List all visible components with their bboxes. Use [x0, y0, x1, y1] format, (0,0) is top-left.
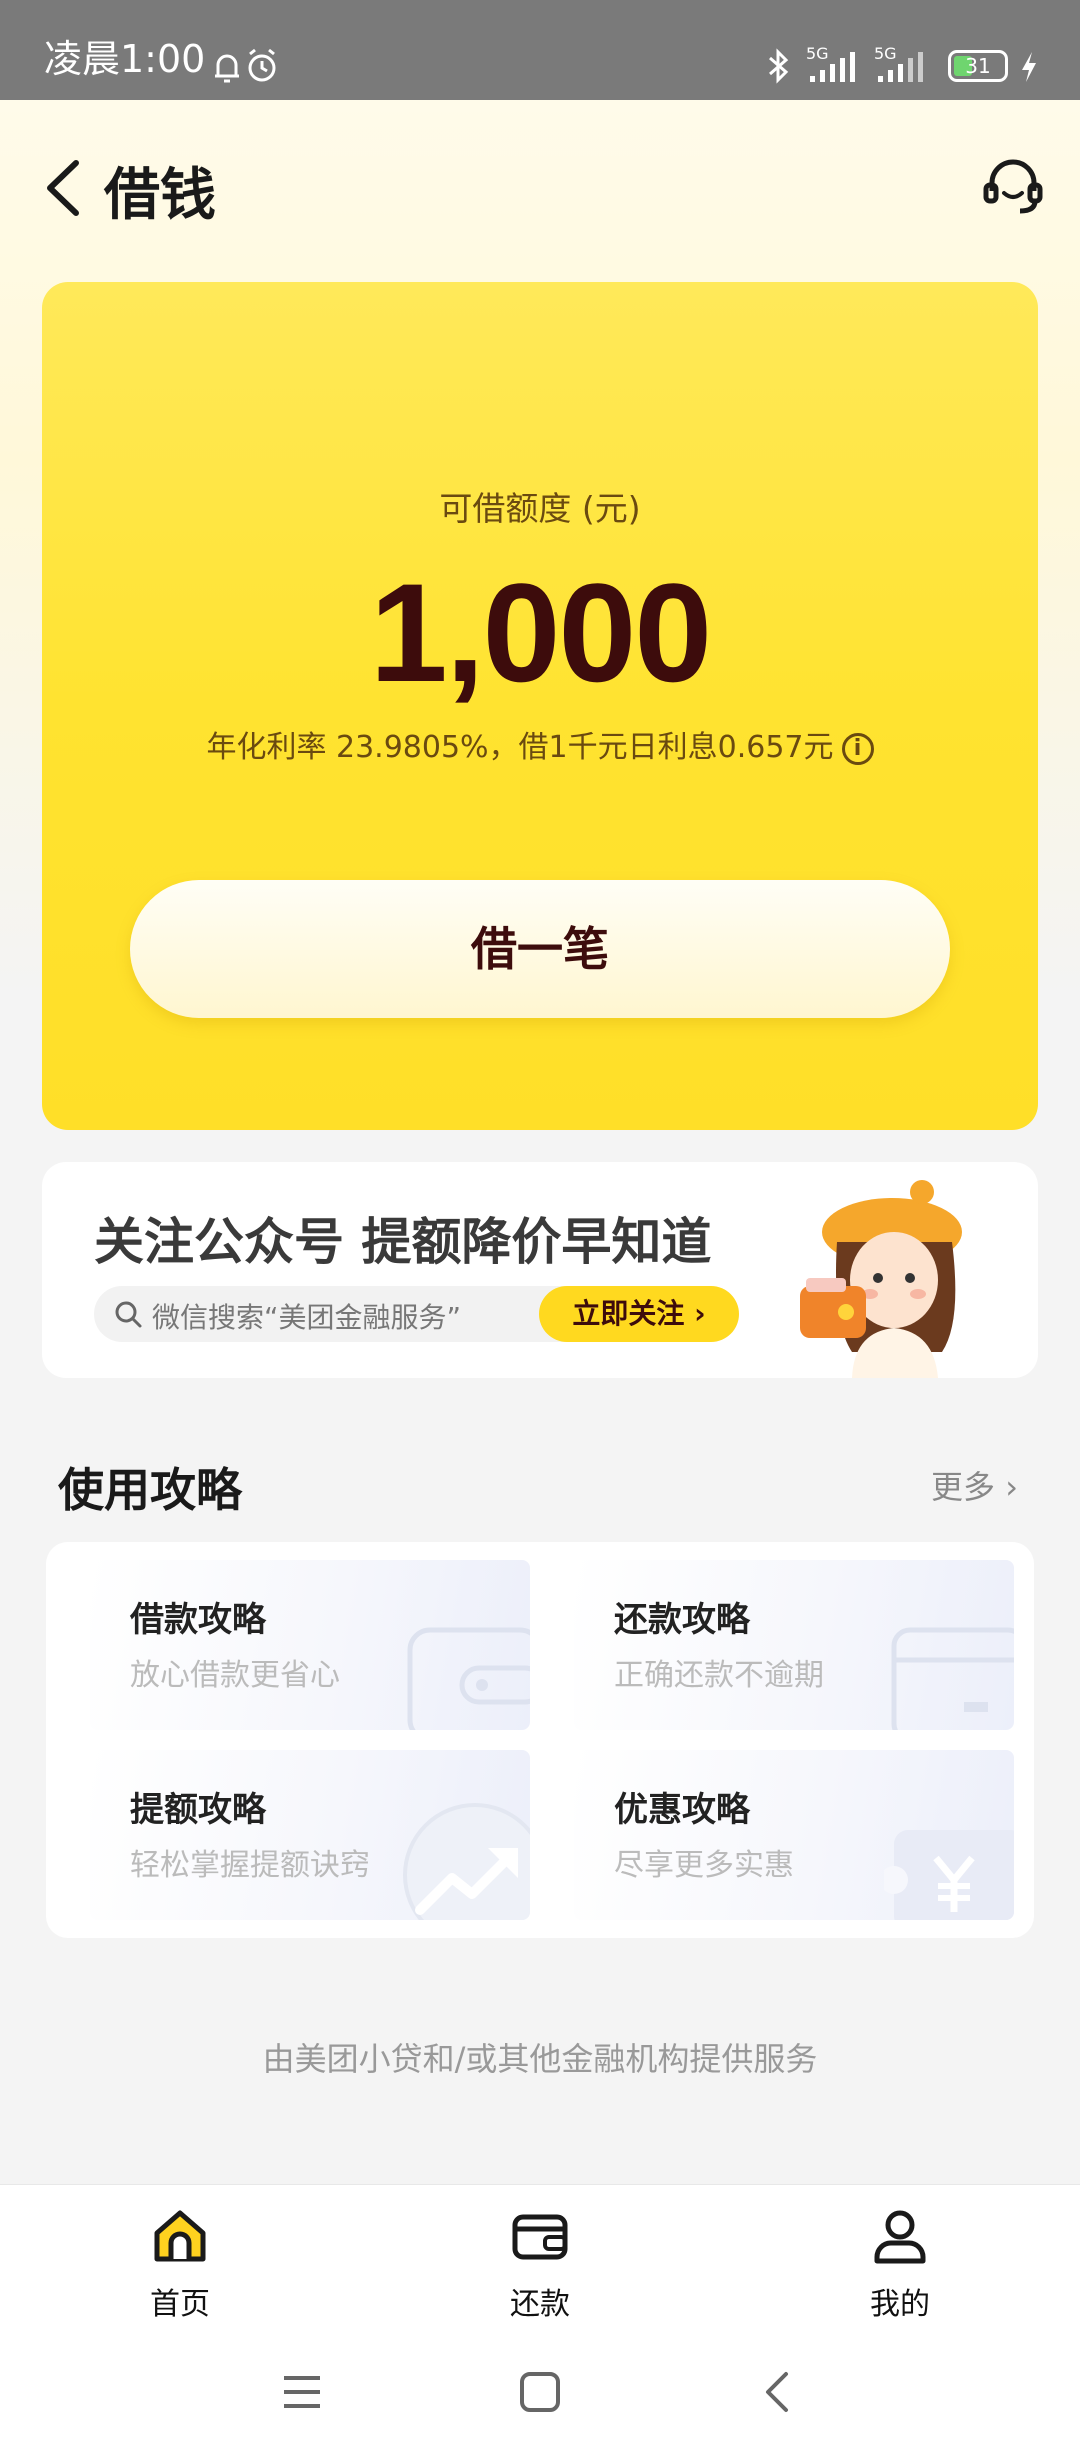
banner-title: 关注公众号 提额降价早知道 — [94, 1213, 712, 1271]
menu-icon[interactable] — [280, 2370, 324, 2414]
girl-illustration — [800, 1180, 962, 1378]
tab-label: 还款 — [510, 2287, 570, 2322]
banner-search-text: 微信搜索“美团金融服务” — [152, 1301, 462, 1334]
charging-icon — [1022, 52, 1036, 82]
banner-search-pill: 微信搜索“美团金融服务” 立即关注 › — [94, 1286, 739, 1342]
credit-limit-label: 可借额度 (元) — [439, 489, 641, 528]
interest-rate-value: 年化利率 23.9805%，借1千元日利息0.657元 — [206, 730, 834, 765]
guide-subtitle: 尽享更多实惠 — [614, 1848, 794, 1883]
guide-card-increase-limit[interactable]: 提额攻略 轻松掌握提额诀窍 — [90, 1750, 530, 1920]
coupon-yen-icon — [884, 1830, 1014, 1920]
back-nav-icon[interactable] — [756, 2370, 800, 2414]
wallet-icon — [407, 1627, 530, 1730]
tab-repay[interactable]: 还款 — [450, 2205, 630, 2323]
guide-title: 还款攻略 — [614, 1600, 750, 1640]
more-link[interactable]: 更多 › — [931, 1462, 1018, 1508]
guide-subtitle: 轻松掌握提额诀窍 — [130, 1848, 370, 1883]
wallet-tab-icon — [512, 2214, 568, 2260]
guide-card-discount[interactable]: 优惠攻略 尽享更多实惠 — [574, 1750, 1014, 1920]
status-time: 凌晨1:00 — [44, 37, 206, 81]
search-icon — [115, 1301, 142, 1328]
tab-label: 首页 — [150, 2287, 210, 2322]
guide-card-borrow[interactable]: 借款攻略 放心借款更省心 — [90, 1560, 530, 1730]
guides-section-title: 使用攻略 — [58, 1463, 242, 1517]
system-nav-bar — [0, 2340, 1080, 2460]
guide-card-repay[interactable]: 还款攻略 正确还款不逾期 — [574, 1560, 1014, 1730]
alarm-icon — [248, 48, 276, 82]
follow-account-banner[interactable]: 关注公众号 提额降价早知道 微信搜索“美团金融服务” 立即关注 › — [42, 1162, 1038, 1378]
interest-rate-text: 年化利率 23.9805%，借1千元日利息0.657元 i — [42, 722, 1038, 766]
provider-note: 由美团小贷和/或其他金融机构提供服务 — [262, 2040, 818, 2078]
signal-icon-2 — [878, 52, 923, 82]
bluetooth-icon — [769, 48, 789, 84]
follow-button[interactable]: 立即关注 › — [539, 1286, 739, 1342]
card-icon — [891, 1627, 1014, 1730]
guide-title: 提额攻略 — [130, 1790, 266, 1830]
customer-service-icon[interactable] — [980, 155, 1046, 221]
status-bar: 凌晨1:00 5G 5G 31 — [0, 0, 1080, 100]
home-square-icon[interactable] — [518, 2370, 562, 2414]
guide-title: 借款攻略 — [130, 1600, 266, 1640]
guide-title: 优惠攻略 — [614, 1790, 750, 1830]
battery-level: 31 — [965, 54, 991, 78]
credit-limit-card: 可借额度 (元) 1,000 年化利率 23.9805%，借1千元日利息0.65… — [42, 282, 1038, 1130]
page-title: 借钱 — [104, 163, 216, 228]
tab-mine[interactable]: 我的 — [810, 2205, 990, 2323]
borrow-button[interactable]: 借一笔 — [130, 880, 950, 1018]
home-icon — [154, 2210, 206, 2262]
trend-up-icon — [403, 1803, 530, 1920]
credit-limit-amount: 1,000 — [369, 554, 712, 711]
guide-subtitle: 正确还款不逾期 — [614, 1658, 824, 1693]
tab-home[interactable]: 首页 — [90, 2205, 270, 2323]
signal-icon — [810, 52, 855, 82]
guides-grid: 借款攻略 放心借款更省心 还款攻略 正确还款不逾期 提额攻略 轻松掌握提额诀窍 … — [46, 1542, 1034, 1938]
guide-subtitle: 放心借款更省心 — [130, 1658, 340, 1693]
info-icon[interactable]: i — [841, 732, 874, 765]
tab-label: 我的 — [870, 2287, 930, 2322]
mute-bell-icon — [215, 54, 239, 83]
battery-icon: 31 — [948, 50, 1008, 82]
back-arrow-icon[interactable] — [40, 155, 90, 221]
user-icon — [874, 2210, 926, 2264]
